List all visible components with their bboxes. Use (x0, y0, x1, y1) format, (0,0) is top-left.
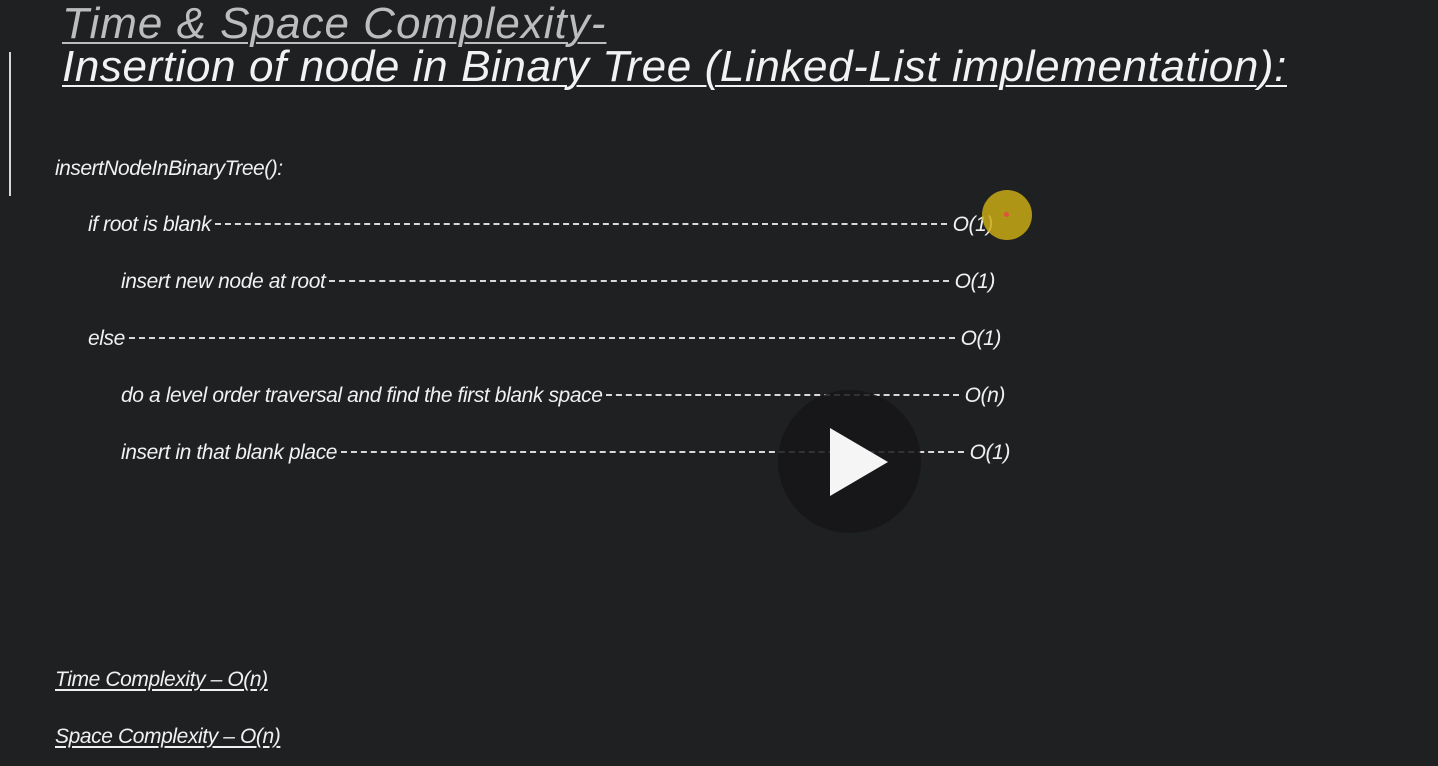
play-icon (830, 428, 888, 496)
cursor-dot (1004, 212, 1009, 217)
video-frame[interactable]: Time & Space Complexity- Insertion of no… (0, 0, 1438, 766)
code-statement: if root is blank (88, 213, 212, 236)
code-statement: do a level order traversal and find the … (121, 384, 603, 407)
time-complexity-summary: Time Complexity – O(n) (55, 668, 268, 691)
dashed-leader (215, 223, 947, 225)
code-statement: insert new node at root (121, 270, 326, 293)
code-line: else O(1) (88, 327, 1001, 351)
complexity-cost: O(1) (954, 270, 996, 293)
code-line: if root is blank O(1) (88, 213, 993, 237)
function-name: insertNodeInBinaryTree(): (55, 157, 283, 180)
slide-subtitle: Insertion of node in Binary Tree (Linked… (62, 42, 1287, 91)
complexity-cost: O(1) (969, 441, 1011, 464)
code-statement: insert in that blank place (121, 441, 338, 464)
play-button[interactable] (778, 390, 921, 533)
dashed-leader (329, 280, 949, 282)
cursor-highlight (982, 190, 1032, 240)
complexity-cost: O(1) (960, 327, 1002, 350)
code-statement: else (88, 327, 125, 350)
left-accent-bar (9, 52, 11, 196)
dashed-leader (128, 337, 955, 339)
space-complexity-summary: Space Complexity – O(n) (55, 725, 281, 748)
slide-title: Time & Space Complexity- (62, 0, 607, 48)
code-line: insert new node at root O(1) (121, 270, 995, 294)
complexity-cost: O(n) (964, 384, 1006, 407)
